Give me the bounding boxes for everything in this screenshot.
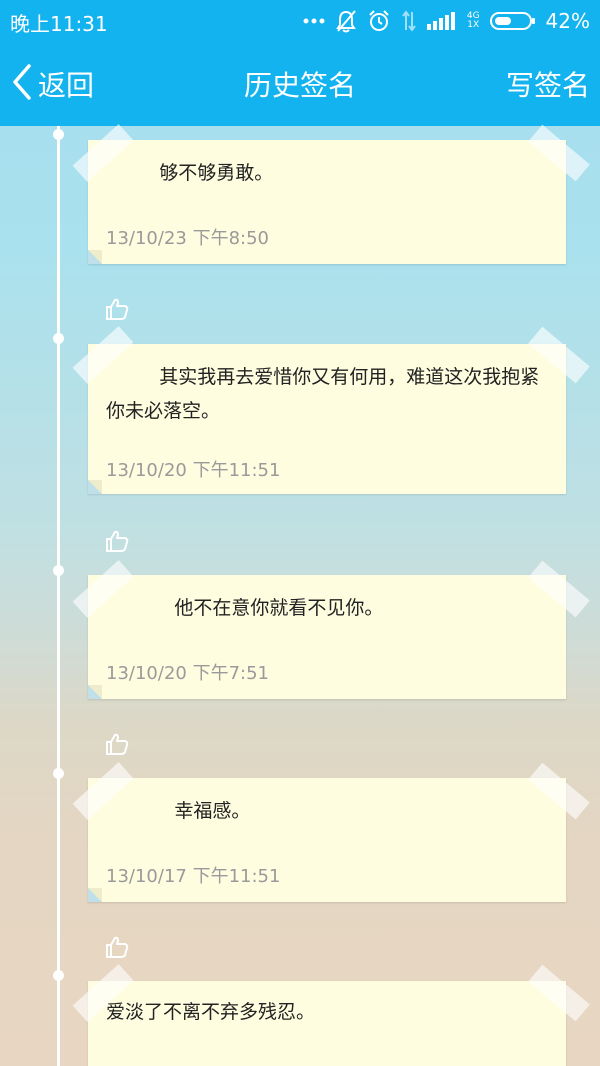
- signature-text: 幸福感。: [174, 800, 251, 822]
- timeline-dot: [53, 970, 64, 981]
- signature-text: 其实我再去爱惜你又有何用，难道这次我抱紧你未必落空。: [106, 366, 540, 422]
- signature-date: 13/10/17 下午11:51: [106, 866, 281, 887]
- page-fold: [88, 250, 102, 264]
- battery-percent: 42%: [545, 9, 590, 33]
- signature-date: 13/10/20 下午11:51: [106, 460, 281, 481]
- status-time: 晚上11:31: [10, 12, 108, 36]
- timeline-dot: [53, 129, 64, 140]
- signal-bars-icon: [426, 12, 457, 30]
- timeline-line: [57, 126, 60, 1066]
- bell-off-icon: [335, 9, 357, 33]
- page-fold: [88, 685, 102, 699]
- battery-icon: [489, 11, 536, 31]
- signature-card[interactable]: 爱淡了不离不弃多残忍。: [88, 981, 566, 1066]
- thumbs-up-icon: [106, 936, 129, 958]
- signature-text: 爱淡了不离不弃多残忍。: [106, 1001, 316, 1023]
- thumbs-up-icon: [106, 530, 129, 552]
- page-fold: [88, 888, 102, 902]
- signature-card[interactable]: 其实我再去爱惜你又有何用，难道这次我抱紧你未必落空。 13/10/20 下午11…: [88, 344, 566, 494]
- timeline-dot: [53, 565, 64, 576]
- write-signature-button[interactable]: 写签名: [506, 64, 590, 104]
- title-bar: 返回 历史签名 写签名: [0, 42, 600, 126]
- network-type: 4G 1X: [467, 12, 480, 30]
- signature-date: 13/10/20 下午7:51: [106, 663, 269, 684]
- status-icons: 4G 1X 42%: [303, 7, 590, 35]
- alarm-clock-icon: [367, 9, 391, 33]
- timeline-dot: [53, 333, 64, 344]
- data-arrows-icon: [401, 10, 417, 32]
- history-signatures-screen: 晚上11:31 4G 1X 42% 返回 历史签名 写签名 够不够勇敢。 13/…: [0, 0, 600, 1066]
- signature-date: 13/10/23 下午8:50: [106, 228, 269, 249]
- more-dots-icon: [303, 18, 325, 24]
- like-button[interactable]: [104, 934, 130, 960]
- timeline-dot: [53, 768, 64, 779]
- thumbs-up-icon: [106, 733, 129, 755]
- signature-card[interactable]: 幸福感。 13/10/17 下午11:51: [88, 778, 566, 902]
- thumbs-up-icon: [106, 298, 129, 320]
- signature-text: 他不在意你就看不见你。: [174, 597, 384, 619]
- page-fold: [88, 480, 102, 494]
- like-button[interactable]: [104, 296, 130, 322]
- like-button[interactable]: [104, 528, 130, 554]
- signature-card[interactable]: 够不够勇敢。 13/10/23 下午8:50: [88, 140, 566, 264]
- network-type-bottom: 1X: [467, 20, 480, 30]
- signature-text: 够不够勇敢。: [159, 162, 274, 184]
- status-bar: 晚上11:31 4G 1X 42%: [0, 0, 600, 42]
- like-button[interactable]: [104, 731, 130, 757]
- signature-card[interactable]: 他不在意你就看不见你。 13/10/20 下午7:51: [88, 575, 566, 699]
